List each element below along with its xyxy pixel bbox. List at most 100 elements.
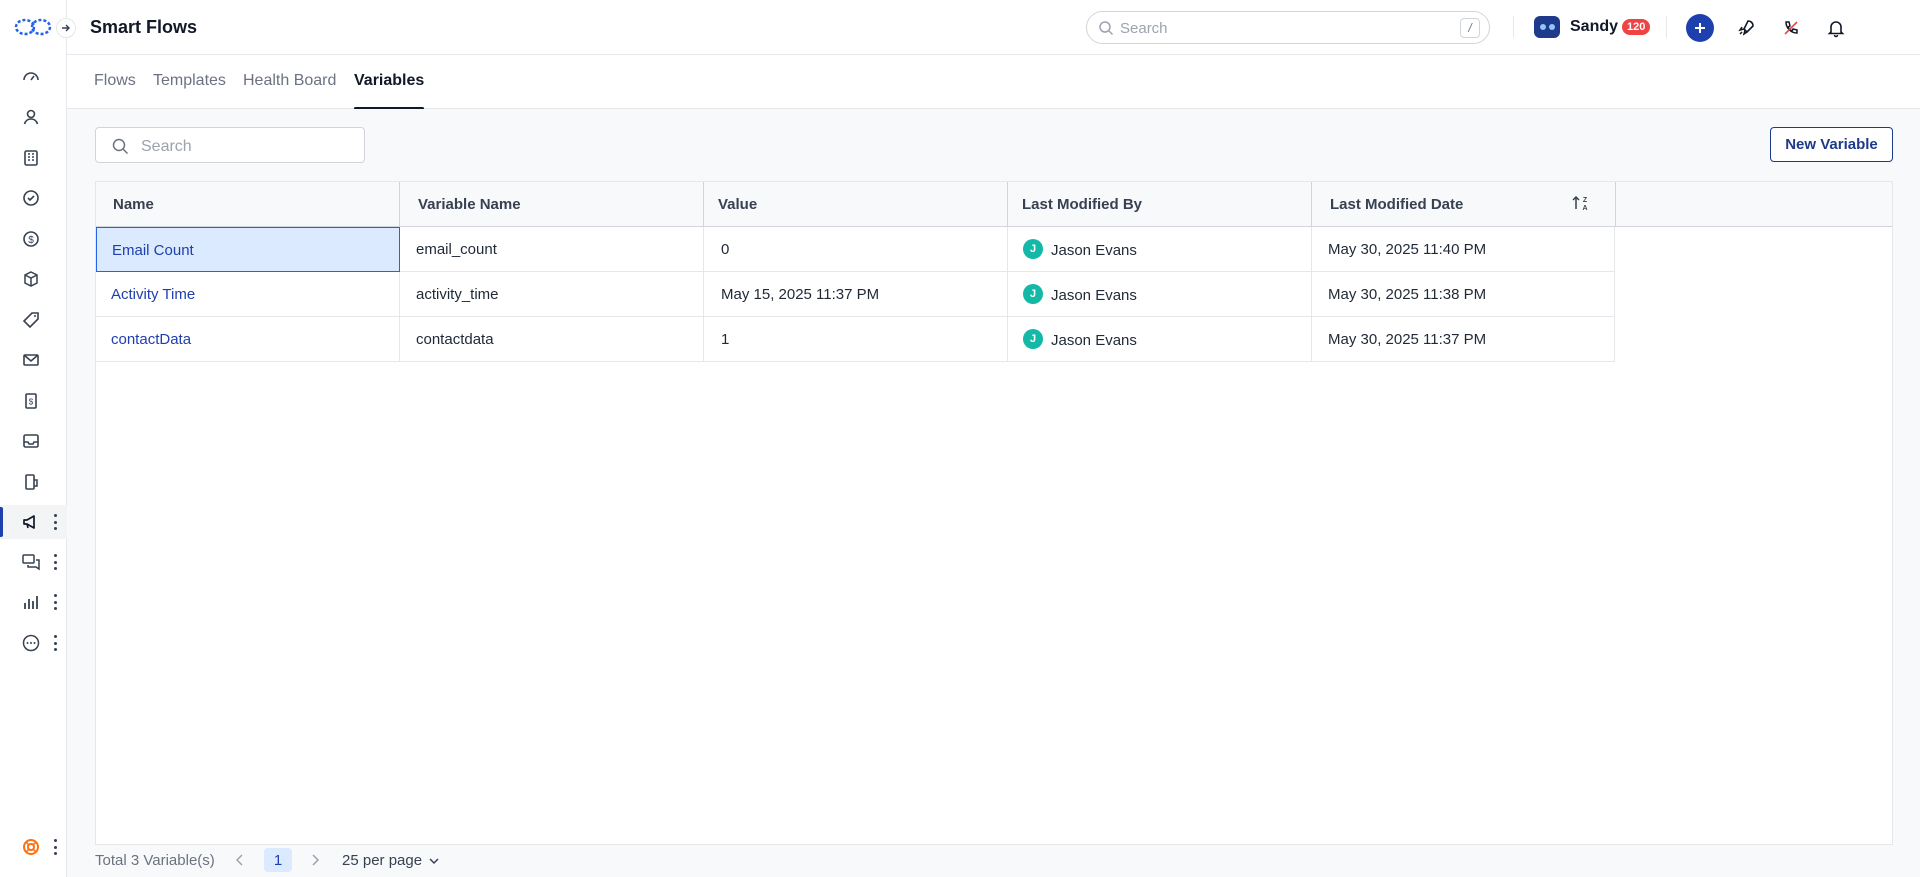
plus-icon — [1695, 23, 1705, 33]
svg-text:Z: Z — [1583, 197, 1588, 204]
campaigns-more-icon[interactable] — [52, 514, 58, 530]
user-avatar: J — [1023, 329, 1043, 349]
cell-modified-by: J Jason Evans — [1008, 317, 1312, 362]
sidebar-item-automation[interactable] — [0, 465, 67, 499]
page-number-button[interactable]: 1 — [264, 848, 292, 872]
sidebar-item-tasks[interactable] — [0, 181, 67, 215]
email-icon — [23, 354, 39, 366]
global-search-placeholder: Search — [1120, 20, 1168, 37]
total-count: Total 3 Variable(s) — [95, 852, 215, 869]
tab-flows[interactable]: Flows — [94, 72, 136, 109]
more-menu-icon[interactable] — [52, 635, 58, 651]
table-header: Name Variable Name Value Last Modified B… — [96, 182, 1892, 227]
user-name: Sandy — [1570, 18, 1619, 35]
sidebar-item-more[interactable] — [0, 626, 67, 660]
notifications-button[interactable] — [1822, 14, 1850, 42]
column-header-last-modified-date-label: Last Modified Date — [1330, 196, 1464, 213]
user-avatar: J — [1023, 239, 1043, 259]
sidebar-item-help[interactable] — [0, 830, 67, 864]
cell-name[interactable]: Activity Time — [96, 272, 400, 317]
sidebar-item-tickets[interactable] — [0, 303, 67, 337]
dashboard-icon — [23, 72, 39, 81]
bell-icon — [1827, 21, 1845, 38]
sidebar-item-campaigns[interactable] — [0, 505, 67, 539]
cell-modified-by: J Jason Evans — [1008, 227, 1312, 272]
sidebar-item-email[interactable] — [0, 343, 67, 377]
cell-modified-date: May 30, 2025 11:40 PM — [1312, 227, 1615, 272]
deals-icon: $ — [23, 231, 39, 247]
cell-modified-date: May 30, 2025 11:38 PM — [1312, 272, 1615, 317]
sort-icon[interactable]: ZA — [1571, 193, 1591, 213]
table-row[interactable]: Email Count email_count 0 J Jason Evans M… — [96, 227, 1615, 272]
quick-add-button[interactable] — [1686, 14, 1714, 42]
sidebar-item-contacts[interactable] — [0, 100, 67, 134]
tab-templates[interactable]: Templates — [153, 72, 226, 109]
search-icon — [1099, 21, 1114, 36]
modified-by-name: Jason Evans — [1051, 241, 1137, 259]
cell-value: 1 — [704, 317, 1008, 362]
per-page-select[interactable]: 25 per page — [342, 852, 440, 869]
sidebar-item-companies[interactable] — [0, 141, 67, 175]
top-header: Smart Flows Search / Sandy 120 J — [67, 0, 1920, 55]
companies-icon — [24, 150, 38, 166]
global-search-input[interactable]: Search / — [1086, 11, 1490, 44]
svg-text:$: $ — [28, 235, 34, 246]
modified-by-name: Jason Evans — [1051, 286, 1137, 304]
variables-table: Name Variable Name Value Last Modified B… — [95, 181, 1893, 845]
chevron-left-icon[interactable] — [232, 852, 248, 868]
tab-health-board[interactable]: Health Board — [243, 72, 336, 109]
sidebar-item-conversations[interactable] — [0, 545, 67, 579]
phone-button[interactable] — [1777, 14, 1805, 42]
cell-modified-date: May 30, 2025 11:37 PM — [1312, 317, 1615, 362]
table-row[interactable]: contactData contactdata 1 J Jason Evans M… — [96, 317, 1615, 362]
modified-by-name: Jason Evans — [1051, 331, 1137, 349]
table-row[interactable]: Activity Time activity_time May 15, 2025… — [96, 272, 1615, 317]
new-variable-button[interactable]: New Variable — [1770, 127, 1893, 162]
variables-search-placeholder: Search — [141, 138, 192, 155]
column-header-variable-name[interactable]: Variable Name — [400, 182, 704, 227]
sidebar-item-invoices[interactable]: $ — [0, 384, 67, 418]
cell-modified-by: J Jason Evans — [1008, 272, 1312, 317]
main-content: Search New Variable Name Variable Name V… — [67, 109, 1920, 877]
robot-avatar-icon — [1534, 16, 1560, 38]
conversations-more-icon[interactable] — [52, 554, 58, 570]
tasks-icon — [23, 190, 39, 206]
sidebar-item-deals[interactable]: $ — [0, 222, 67, 256]
sidebar-item-products[interactable] — [0, 262, 67, 296]
chevron-right-icon[interactable] — [307, 852, 323, 868]
reports-icon — [24, 596, 38, 609]
tab-variables[interactable]: Variables — [354, 72, 425, 110]
search-shortcut-key: / — [1460, 18, 1480, 38]
header-divider — [1513, 16, 1514, 38]
user-menu[interactable]: Sandy 120 — [1534, 13, 1651, 41]
products-icon — [24, 271, 38, 287]
app-logo-icon[interactable] — [14, 16, 52, 38]
rocket-icon — [1738, 20, 1754, 36]
launch-button[interactable] — [1732, 14, 1760, 42]
column-header-last-modified-date[interactable]: Last Modified Date ZA — [1312, 182, 1616, 227]
phone-off-icon — [1784, 21, 1798, 35]
cell-name[interactable]: Email Count — [96, 227, 400, 272]
sidebar-item-dashboard[interactable] — [0, 60, 67, 94]
column-header-value[interactable]: Value — [704, 182, 1008, 227]
inbox-icon — [23, 434, 39, 448]
column-header-last-modified-by[interactable]: Last Modified By — [1008, 182, 1312, 227]
cell-name[interactable]: contactData — [96, 317, 400, 362]
left-sidebar: $ $ — [0, 0, 76, 877]
campaigns-icon — [23, 515, 35, 529]
help-icon — [23, 839, 39, 855]
cell-variable-name: contactdata — [400, 317, 704, 362]
per-page-label: 25 per page — [342, 852, 423, 869]
column-header-name[interactable]: Name — [96, 182, 400, 227]
invoices-icon: $ — [25, 393, 37, 409]
expand-sidebar-icon[interactable] — [56, 18, 76, 38]
sidebar-item-inbox[interactable] — [0, 424, 67, 458]
help-more-icon[interactable] — [52, 839, 58, 855]
header-divider — [1666, 16, 1667, 38]
pagination-footer: Total 3 Variable(s) 1 25 per page — [95, 846, 1893, 876]
reports-more-icon[interactable] — [52, 594, 58, 610]
page-title: Smart Flows — [90, 17, 198, 37]
variables-search-input[interactable]: Search — [95, 127, 365, 163]
chevron-down-icon — [429, 857, 439, 864]
sidebar-item-reports[interactable] — [0, 585, 67, 619]
